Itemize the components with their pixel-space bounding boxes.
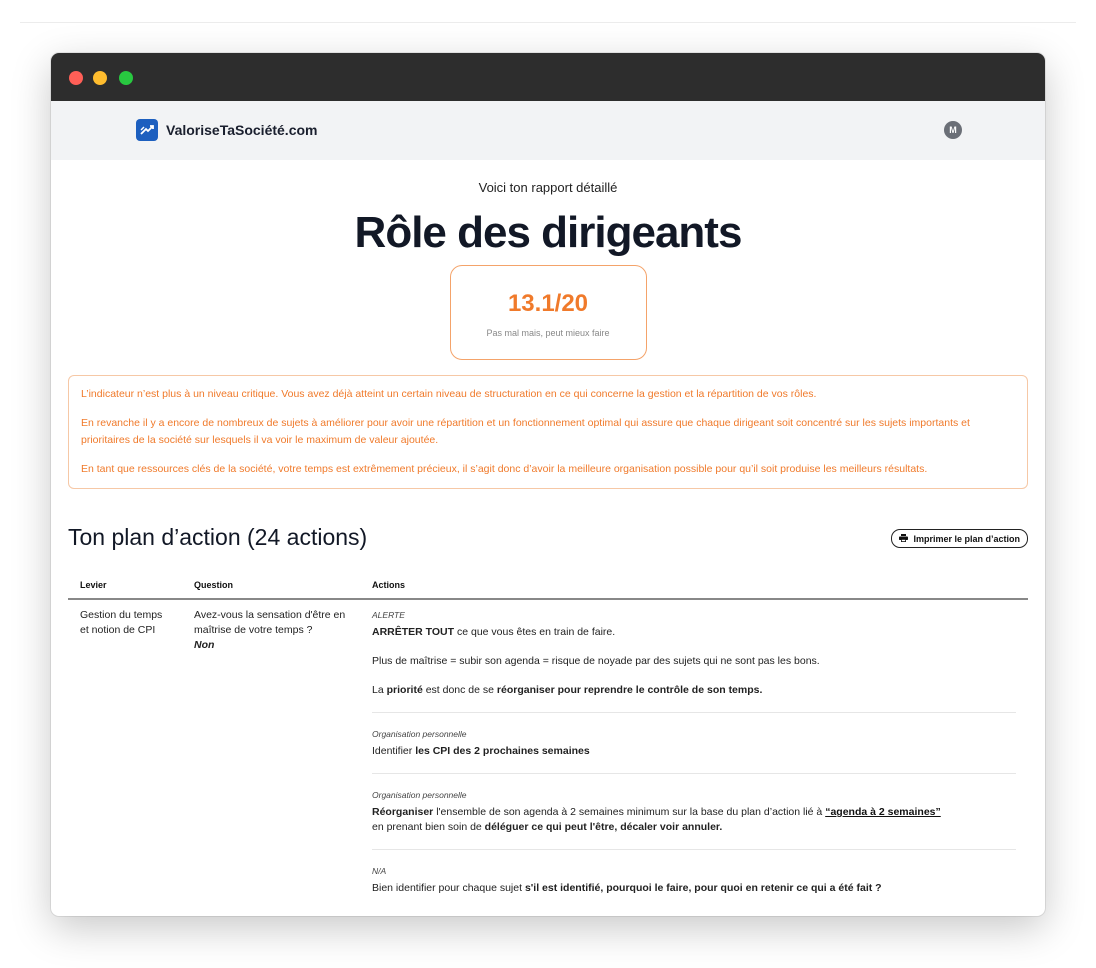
analysis-paragraph: En tant que ressources clés de la sociét… bbox=[81, 463, 928, 475]
action-item: N/A Bien identifier pour chaque sujet s'… bbox=[372, 864, 1016, 910]
question-cell: Avez-vous la sensation d'être en maîtris… bbox=[182, 599, 360, 916]
action-text: ARRÊTER TOUT ce que vous êtes en train d… bbox=[372, 626, 616, 638]
printer-icon bbox=[899, 533, 909, 544]
lever-cell: Gestion du temps et notion de CPI bbox=[80, 609, 163, 636]
user-avatar[interactable]: M bbox=[944, 121, 962, 139]
site-header: ValoriseTaSociété.com M bbox=[51, 101, 1045, 160]
action-item: Organisation personnelle Identifier les … bbox=[372, 727, 1016, 774]
score-value: 13.1/20 bbox=[507, 290, 589, 317]
column-header-question: Question bbox=[182, 570, 360, 600]
plan-title: Ton plan d’action (24 actions) bbox=[68, 524, 368, 550]
plan-header: Ton plan d’action (24 actions) Imprimer … bbox=[68, 524, 1028, 558]
action-item: ALERTE ARRÊTER TOUT ce que vous êtes en … bbox=[372, 608, 1016, 713]
action-text: Plus de maîtrise = subir son agenda = ri… bbox=[372, 655, 820, 667]
report-content: Voici ton rapport détaillé Rôle des diri… bbox=[51, 180, 1045, 916]
agenda-plan-link[interactable]: “agenda à 2 semaines” bbox=[825, 806, 941, 818]
action-text: Identifier les CPI des 2 prochaines sema… bbox=[372, 745, 590, 757]
logo-icon bbox=[136, 119, 158, 141]
analysis-box: L’indicateur n’est plus à un niveau crit… bbox=[68, 375, 1028, 489]
actions-cell: ALERTE ARRÊTER TOUT ce que vous êtes en … bbox=[360, 599, 1028, 916]
action-item: Organisation personnelle Réorganiser l'e… bbox=[372, 788, 1016, 850]
question-text: Avez-vous la sensation d'être en maîtris… bbox=[194, 609, 346, 636]
action-text: Bien identifier pour chaque sujet s'il e… bbox=[372, 882, 882, 894]
minimize-window-button[interactable] bbox=[93, 71, 107, 85]
browser-window: ValoriseTaSociété.com M Voici ton rappor… bbox=[51, 53, 1045, 916]
print-plan-label: Imprimer le plan d’action bbox=[913, 533, 1020, 544]
action-category: N/A bbox=[372, 866, 387, 876]
site-logo-link[interactable]: ValoriseTaSociété.com bbox=[136, 119, 317, 141]
table-header-row: Levier Question Actions bbox=[68, 570, 1028, 600]
analysis-paragraph: L’indicateur n’est plus à un niveau crit… bbox=[81, 388, 817, 400]
action-text: La priorité est donc de se réorganiser p… bbox=[372, 684, 763, 696]
score-caption: Pas mal mais, peut mieux faire bbox=[486, 328, 610, 338]
score-card: 13.1/20 Pas mal mais, peut mieux faire bbox=[449, 265, 647, 360]
close-window-button[interactable] bbox=[69, 71, 83, 85]
action-category: Organisation personnelle bbox=[372, 790, 467, 800]
brand-name: ValoriseTaSociété.com bbox=[166, 122, 318, 138]
page-title: Rôle des dirigeants bbox=[354, 208, 743, 257]
action-plan-table: Levier Question Actions Gestion du temps… bbox=[68, 570, 1028, 916]
action-text: Réorganiser l'ensemble de son agenda à 2… bbox=[372, 806, 941, 833]
column-header-actions: Actions bbox=[360, 570, 1028, 600]
answer-value: Non bbox=[194, 639, 215, 651]
print-plan-button[interactable]: Imprimer le plan d’action bbox=[891, 529, 1028, 548]
column-header-lever: Levier bbox=[68, 570, 182, 600]
background-divider bbox=[20, 22, 1076, 23]
table-row: Gestion du temps et notion de CPI Avez-v… bbox=[68, 599, 1028, 916]
window-titlebar bbox=[51, 53, 1045, 101]
maximize-window-button[interactable] bbox=[119, 71, 133, 85]
action-category: ALERTE bbox=[372, 610, 405, 620]
action-category: Organisation personnelle bbox=[372, 729, 467, 739]
report-intro: Voici ton rapport détaillé bbox=[478, 180, 618, 195]
analysis-paragraph: En revanche il y a encore de nombreux de… bbox=[81, 417, 970, 446]
